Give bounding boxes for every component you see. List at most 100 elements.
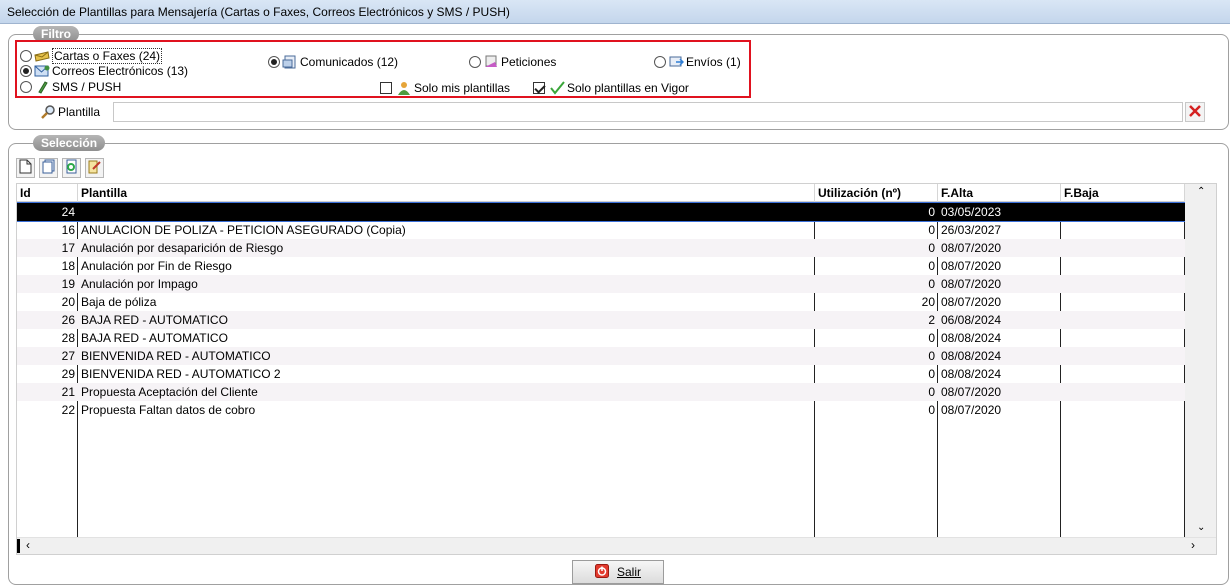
email-icon — [34, 64, 50, 78]
option-peticiones-label: Peticiones — [501, 55, 557, 69]
option-comunicados[interactable]: Comunicados (12) — [268, 55, 398, 69]
cell-falta: 06/08/2024 — [941, 313, 1002, 327]
radio-peticiones[interactable] — [469, 56, 481, 68]
plantilla-filter-label: Plantilla — [40, 105, 100, 119]
column-header-plantilla[interactable]: Plantilla — [78, 184, 815, 202]
option-envios-label: Envíos (1) — [686, 55, 741, 69]
solo-vigor[interactable]: Solo plantillas en Vigor — [533, 81, 689, 95]
option-sms-label: SMS / PUSH — [52, 80, 122, 94]
plantilla-label: Plantilla — [58, 105, 101, 119]
column-header-id[interactable]: Id — [17, 184, 78, 202]
table-row[interactable]: 16 ANULACION DE POLIZA - PETICION ASEGURA… — [17, 221, 1185, 239]
option-envios[interactable]: Envíos (1) — [654, 55, 741, 69]
copy-template-button[interactable] — [39, 158, 58, 178]
table-row[interactable]: 22 Propuesta Faltan datos de cobro 0 08/07/… — [17, 401, 1185, 419]
refresh-document-icon — [65, 159, 78, 177]
cell-fbaja — [1061, 383, 1185, 401]
cell-plantilla: Anulación por Impago — [81, 277, 198, 291]
seleccion-label: Selección — [33, 135, 106, 151]
table-row[interactable]: 24 0 03/05/2023 — [17, 202, 1186, 222]
table-row[interactable]: 27 BIENVENIDA RED - AUTOMATICO 0 08/08/2024 — [17, 347, 1185, 365]
cell-falta: 08/07/2020 — [941, 403, 1002, 417]
option-comunicados-label: Comunicados (12) — [300, 55, 399, 69]
new-template-button[interactable] — [16, 158, 35, 178]
edit-template-button[interactable] — [85, 158, 104, 178]
new-document-icon — [19, 159, 32, 177]
radio-cartas-faxes[interactable] — [20, 50, 32, 62]
cell-utilizacion: 0 — [928, 367, 935, 381]
cell-utilizacion: 0 — [928, 349, 935, 363]
cell-fbaja — [1061, 329, 1185, 347]
cell-utilizacion: 0 — [928, 205, 935, 219]
solo-mis-plantillas[interactable]: Solo mis plantillas — [380, 81, 510, 95]
window-title: Selección de Plantillas para Mensajería … — [0, 0, 1230, 24]
table-row[interactable]: 19 Anulación por Impago 0 08/07/2020 — [17, 275, 1185, 293]
checkmark-icon — [549, 81, 565, 95]
cell-id: 28 — [61, 331, 75, 345]
cell-fbaja — [1061, 275, 1185, 293]
table-row[interactable]: 26 BAJA RED - AUTOMATICO 2 06/08/2024 — [17, 311, 1185, 329]
scroll-up-icon[interactable]: ⌃ — [1197, 186, 1205, 197]
cell-utilizacion: 2 — [928, 313, 935, 327]
cell-plantilla: BAJA RED - AUTOMATICO — [81, 331, 228, 345]
solo-mis-plantillas-checkbox[interactable] — [380, 82, 392, 94]
table-row[interactable]: 20 Baja de póliza 20 08/07/2020 — [17, 293, 1185, 311]
templates-table[interactable]: Id Plantilla Utilización (nº) F.Alta F.B… — [16, 183, 1217, 555]
table-row[interactable]: 21 Propuesta Aceptación del Cliente 0 08/07… — [17, 383, 1185, 401]
salir-button[interactable]: Salir — [572, 560, 664, 584]
cell-plantilla: Propuesta Faltan datos de cobro — [81, 403, 256, 417]
option-peticiones[interactable]: Peticiones — [469, 55, 556, 69]
option-sms[interactable]: SMS / PUSH — [20, 80, 121, 94]
radio-comunicados[interactable] — [268, 56, 280, 68]
table-header: Id Plantilla Utilización (nº) F.Alta F.B… — [17, 184, 1185, 202]
cell-utilizacion: 0 — [928, 223, 935, 237]
salir-label: Salir — [616, 565, 641, 579]
magnifier-icon — [40, 105, 56, 119]
option-cartas-faxes[interactable]: Cartas o Faxes (24) — [20, 48, 163, 64]
column-header-fbaja[interactable]: F.Baja — [1061, 184, 1185, 202]
table-row[interactable]: 28 BAJA RED - AUTOMATICO 0 08/08/2024 — [17, 329, 1185, 347]
cell-utilizacion: 20 — [921, 295, 935, 309]
send-icon — [668, 55, 685, 69]
cell-plantilla: BIENVENIDA RED - AUTOMATICO — [81, 349, 271, 363]
cell-falta: 08/07/2020 — [941, 241, 1002, 255]
option-cartas-faxes-label: Cartas o Faxes (24) — [52, 48, 163, 64]
cell-fbaja — [1061, 257, 1185, 275]
solo-vigor-checkbox[interactable] — [533, 82, 545, 94]
cell-falta: 08/08/2024 — [941, 367, 1002, 381]
table-row[interactable]: 17 Anulación por desaparición de Riesgo 0 0… — [17, 239, 1185, 257]
cell-plantilla: Anulación por Fin de Riesgo — [81, 259, 232, 273]
cell-fbaja — [1061, 401, 1185, 419]
radio-envios[interactable] — [654, 56, 666, 68]
cell-plantilla: ANULACION DE POLIZA - PETICION ASEGURADO… — [81, 223, 406, 237]
cell-falta: 08/07/2020 — [941, 259, 1002, 273]
option-correos-label: Correos Electrónicos (13) — [52, 64, 189, 78]
document-icon — [282, 55, 298, 69]
column-header-utilizacion[interactable]: Utilización (nº) — [815, 184, 938, 202]
cell-id: 19 — [61, 277, 75, 291]
cell-fbaja — [1061, 239, 1185, 257]
cell-fbaja — [1061, 347, 1185, 365]
cell-id: 27 — [61, 349, 75, 363]
table-row[interactable]: 29 BIENVENIDA RED - AUTOMATICO 2 0 08/08/20… — [17, 365, 1185, 383]
scroll-down-icon[interactable]: ⌄ — [1197, 522, 1205, 533]
table-row[interactable]: 18 Anulación por Fin de Riesgo 0 08/07/2020 — [17, 257, 1185, 275]
refresh-template-button[interactable] — [62, 158, 81, 178]
column-header-falta[interactable]: F.Alta — [938, 184, 1061, 202]
plantilla-search-input[interactable] — [113, 102, 1183, 122]
cell-falta: 26/03/2027 — [941, 223, 1002, 237]
radio-sms[interactable] — [20, 81, 32, 93]
cell-utilizacion: 0 — [928, 277, 935, 291]
phone-icon — [34, 80, 50, 94]
clear-filter-button[interactable] — [1185, 102, 1205, 122]
scroll-left-icon[interactable]: ‹ — [26, 538, 30, 552]
vertical-scrollbar[interactable]: ⌃ ⌄ — [1185, 184, 1216, 537]
option-correos[interactable]: Correos Electrónicos (13) — [20, 64, 188, 78]
cell-id: 26 — [61, 313, 75, 327]
cell-utilizacion: 0 — [928, 331, 935, 345]
cell-id: 18 — [61, 259, 75, 273]
horizontal-scrollbar[interactable]: ‹ › — [17, 537, 1216, 554]
scroll-right-icon[interactable]: › — [1191, 538, 1195, 552]
radio-correos[interactable] — [20, 65, 32, 77]
cell-plantilla: BAJA RED - AUTOMATICO — [81, 313, 228, 327]
